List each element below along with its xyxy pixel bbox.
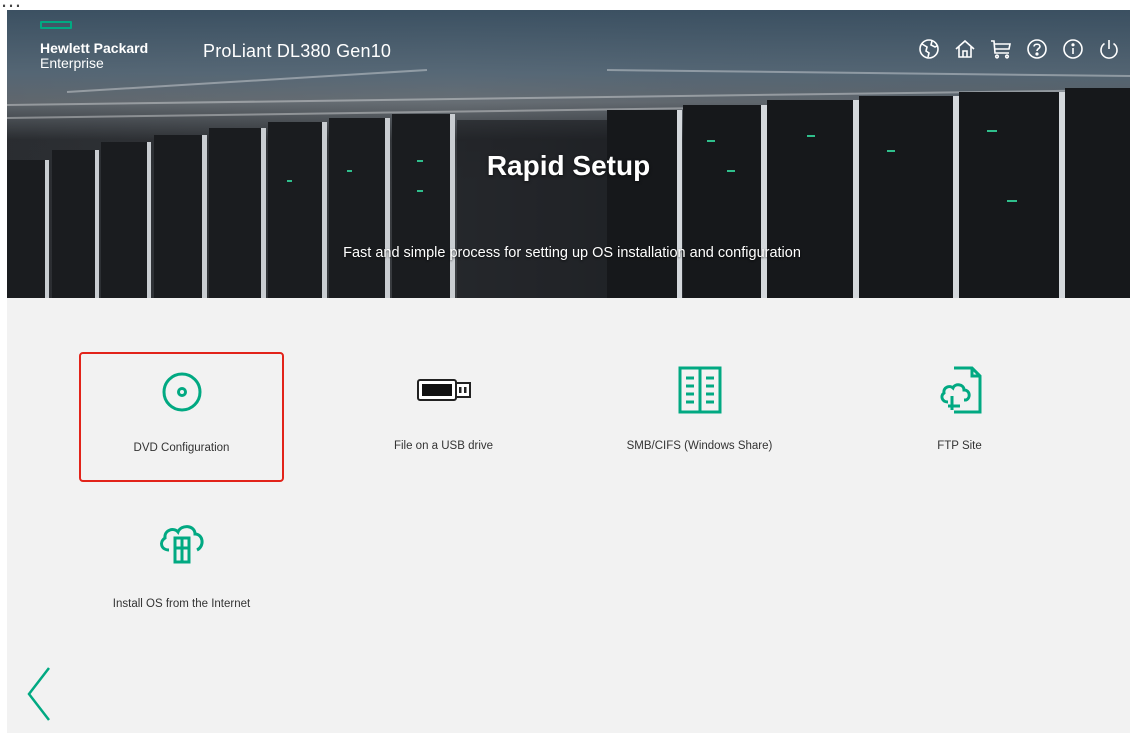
option-ftp-site[interactable]: FTP Site <box>857 352 1062 482</box>
option-install-from-internet[interactable]: Install OS from the Internet <box>79 504 284 634</box>
page-title: Rapid Setup <box>486 150 651 181</box>
top-toolbar <box>918 38 1120 62</box>
option-dvd-configuration[interactable]: DVD Configuration <box>79 352 284 482</box>
brand-subtitle: Enterprise <box>40 55 104 71</box>
option-label: Install OS from the Internet <box>112 598 251 610</box>
page-subtitle: Fast and simple process for setting up O… <box>343 245 801 261</box>
network-share-icon <box>597 366 802 414</box>
option-usb-drive[interactable]: File on a USB drive <box>341 352 546 482</box>
home-icon[interactable] <box>954 38 976 60</box>
internet-install-icon <box>79 520 284 564</box>
option-smb-cifs[interactable]: SMB/CIFS (Windows Share) <box>597 352 802 482</box>
brand-name: Hewlett Packard <box>40 40 149 56</box>
ftp-cloud-icon <box>857 366 1062 414</box>
top-cropped-text: … <box>0 0 1130 10</box>
option-label: DVD Configuration <box>133 442 230 454</box>
language-icon[interactable] <box>918 38 940 60</box>
product-name: ProLiant DL380 Gen10 <box>203 41 392 61</box>
top-bar: Hewlett Packard Enterprise ProLiant DL38… <box>7 10 1130 88</box>
option-label: FTP Site <box>937 440 982 452</box>
cart-icon[interactable] <box>990 38 1012 60</box>
disc-icon <box>81 370 282 414</box>
app-window: Hewlett Packard Enterprise ProLiant DL38… <box>7 10 1130 733</box>
help-icon[interactable] <box>1026 38 1048 60</box>
usb-drive-icon <box>341 368 546 412</box>
hpe-logo-mark <box>40 21 72 29</box>
option-label: SMB/CIFS (Windows Share) <box>626 440 773 452</box>
back-arrow-icon[interactable] <box>23 662 53 722</box>
info-icon[interactable] <box>1062 38 1084 60</box>
option-label: File on a USB drive <box>393 440 494 452</box>
hero-banner: Hewlett Packard Enterprise ProLiant DL38… <box>7 10 1130 298</box>
power-icon[interactable] <box>1098 38 1120 60</box>
